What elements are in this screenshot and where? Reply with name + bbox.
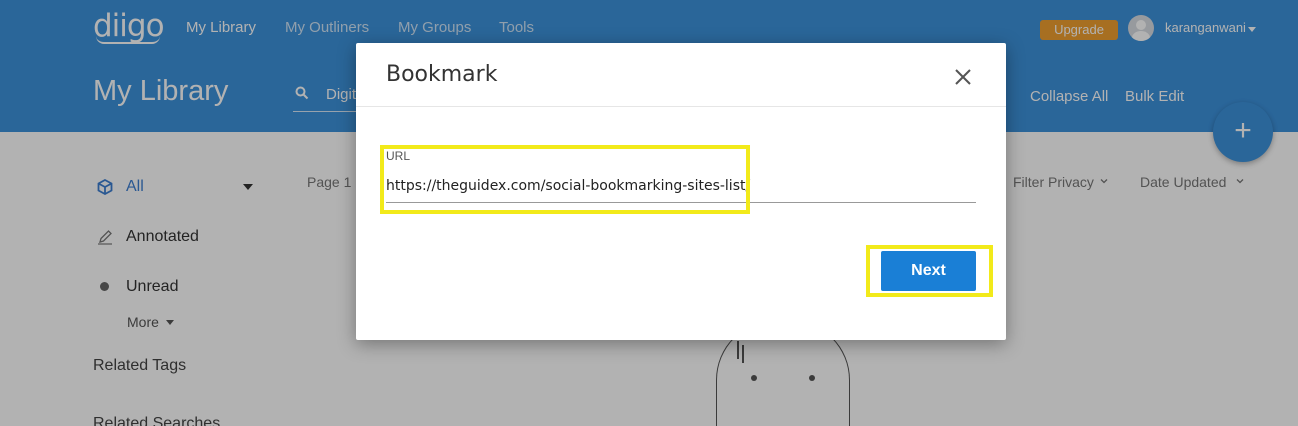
dialog-title: Bookmark <box>386 62 498 87</box>
close-icon[interactable] <box>952 66 974 88</box>
dialog-header: Bookmark <box>356 43 1006 107</box>
url-highlight-box <box>380 145 750 214</box>
next-highlight-box <box>866 245 993 297</box>
